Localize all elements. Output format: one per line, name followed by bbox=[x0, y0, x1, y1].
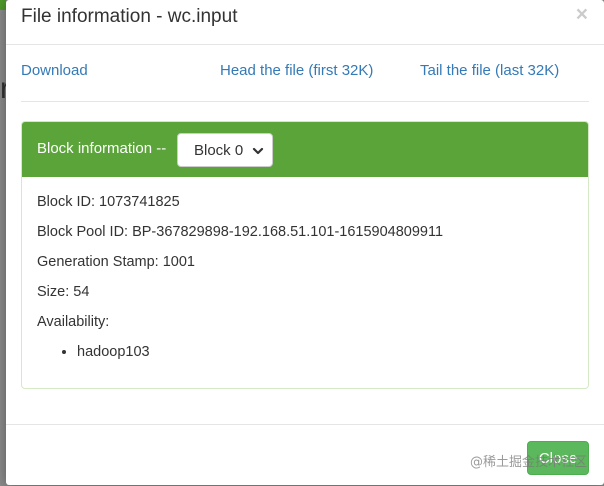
modal-footer: Close bbox=[6, 424, 604, 486]
panel-heading-label: Block information -- bbox=[37, 140, 167, 157]
block-select[interactable]: Block 0 bbox=[177, 133, 273, 167]
head-file-link[interactable]: Head the file (first 32K) bbox=[220, 62, 373, 79]
availability-label: Availability: bbox=[37, 314, 110, 330]
list-item: hadoop103 bbox=[77, 343, 573, 362]
modal-header: File information - wc.input × bbox=[6, 0, 604, 45]
panel-body: Block ID: 1073741825 Block Pool ID: BP-3… bbox=[22, 177, 588, 362]
file-actions: Download Head the file (first 32K) Tail … bbox=[21, 45, 589, 102]
file-info-modal: File information - wc.input × Download H… bbox=[6, 0, 604, 485]
availability-list: hadoop103 bbox=[37, 343, 573, 362]
block-pool-id: Block Pool ID: BP-367829898-192.168.51.1… bbox=[37, 224, 444, 240]
chevron-down-icon bbox=[252, 144, 264, 162]
close-button[interactable]: Close bbox=[527, 441, 589, 475]
modal-title: File information - wc.input bbox=[21, 6, 238, 27]
close-icon[interactable]: × bbox=[576, 4, 588, 25]
block-info-panel: Block information -- Block 0 Block ID: 1… bbox=[21, 121, 589, 389]
tail-file-link[interactable]: Tail the file (last 32K) bbox=[420, 62, 559, 79]
block-select-value: Block 0 bbox=[194, 142, 244, 159]
download-link[interactable]: Download bbox=[21, 62, 88, 79]
panel-heading: Block information -- Block 0 bbox=[22, 122, 588, 177]
block-size: Size: 54 bbox=[37, 284, 90, 300]
generation-stamp: Generation Stamp: 1001 bbox=[37, 254, 195, 270]
block-id: Block ID: 1073741825 bbox=[37, 194, 180, 210]
